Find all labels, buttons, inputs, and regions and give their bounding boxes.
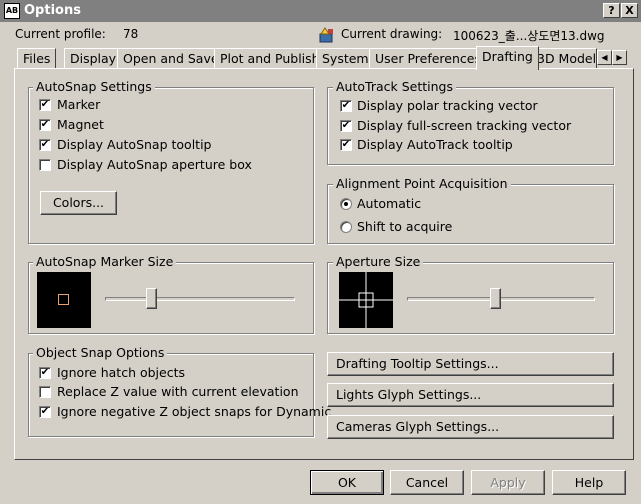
automatic-radio[interactable] <box>340 198 352 210</box>
drawing-icon <box>318 27 335 43</box>
autotrack-tooltip-label: Display AutoTrack tooltip <box>357 137 513 152</box>
fullscreen-tracking-label: Display full-screen tracking vector <box>357 118 572 133</box>
object-snap-title: Object Snap Options <box>33 345 168 360</box>
shift-to-acquire-radio[interactable] <box>340 221 352 233</box>
title-bar: AB Options ? X <box>0 0 641 22</box>
automatic-label: Automatic <box>357 196 422 211</box>
close-button[interactable]: X <box>621 3 638 18</box>
tab-user-preferences[interactable]: User Preferences <box>369 48 487 69</box>
aperture-preview <box>339 272 393 328</box>
apply-label: Apply <box>490 475 526 490</box>
marker-size-slider-thumb[interactable] <box>146 288 158 309</box>
aperture-box-checkbox[interactable] <box>39 159 51 171</box>
drafting-tooltip-settings-button[interactable]: Drafting Tooltip Settings... <box>327 352 614 376</box>
ignore-hatch-label: Ignore hatch objects <box>57 365 186 380</box>
current-profile-label: Current profile: <box>15 27 106 41</box>
tab-open-and-save[interactable]: Open and Save <box>117 48 225 69</box>
tab-system[interactable]: System <box>316 48 375 69</box>
colors-button[interactable]: Colors... <box>40 191 117 215</box>
ignore-negative-z-label: Ignore negative Z object snaps for Dynam… <box>57 404 332 419</box>
autosnap-tooltip-label: Display AutoSnap tooltip <box>57 137 212 152</box>
marker-checkbox[interactable]: ✔ <box>39 99 51 111</box>
fullscreen-tracking-checkbox[interactable]: ✔ <box>340 120 352 132</box>
marker-size-track[interactable] <box>105 297 295 301</box>
tab-scroll-right-icon[interactable]: ▶ <box>612 50 627 65</box>
magnet-label: Magnet <box>57 117 104 132</box>
cameras-glyph-settings-button[interactable]: Cameras Glyph Settings... <box>327 415 614 439</box>
tab-drafting[interactable]: Drafting <box>476 46 539 70</box>
tab-scroll-left-icon[interactable]: ◀ <box>597 50 612 65</box>
current-drawing-value: 100623_출...상도면13.dwg <box>453 29 605 43</box>
alignment-group <box>327 184 614 244</box>
magnet-checkbox[interactable]: ✔ <box>39 119 51 131</box>
current-profile-value: 78 <box>123 27 139 41</box>
tab-files[interactable]: Files <box>17 48 57 69</box>
ignore-hatch-checkbox[interactable]: ✔ <box>39 367 51 379</box>
autosnap-settings-title: AutoSnap Settings <box>33 79 155 94</box>
ok-button[interactable]: OK <box>310 470 384 495</box>
marker-square-icon <box>58 294 69 305</box>
tab-plot-and-publish[interactable]: Plot and Publish <box>214 48 326 69</box>
autotrack-tooltip-checkbox[interactable]: ✔ <box>340 139 352 151</box>
ignore-negative-z-checkbox[interactable]: ✔ <box>39 406 51 418</box>
autotrack-settings-title: AutoTrack Settings <box>333 79 456 94</box>
replace-z-label: Replace Z value with current elevation <box>57 384 299 399</box>
cancel-button[interactable]: Cancel <box>390 470 464 495</box>
lights-glyph-settings-button[interactable]: Lights Glyph Settings... <box>327 383 614 407</box>
tab-display[interactable]: Display <box>64 48 123 69</box>
polar-tracking-label: Display polar tracking vector <box>357 98 538 113</box>
autosnap-tooltip-checkbox[interactable]: ✔ <box>39 139 51 151</box>
tab-3d-modeling[interactable]: 3D Modelin <box>531 48 597 69</box>
marker-size-title: AutoSnap Marker Size <box>33 254 177 269</box>
current-drawing-label: Current drawing: <box>341 27 443 41</box>
aperture-crosshair-icon <box>339 272 393 328</box>
apply-button[interactable]: Apply <box>471 470 545 495</box>
help-title-button[interactable]: ? <box>603 3 620 18</box>
polar-tracking-checkbox[interactable]: ✔ <box>340 100 352 112</box>
replace-z-checkbox[interactable] <box>39 386 51 398</box>
help-button[interactable]: Help <box>552 470 626 495</box>
aperture-size-title: Aperture Size <box>333 254 424 269</box>
alignment-title: Alignment Point Acquisition <box>333 176 511 191</box>
aperture-box-label: Display AutoSnap aperture box <box>57 157 252 172</box>
marker-label: Marker <box>57 97 101 112</box>
aperture-size-slider-thumb[interactable] <box>490 288 502 309</box>
window-title: Options <box>24 3 81 18</box>
app-icon: AB <box>4 3 20 19</box>
marker-preview <box>37 272 91 328</box>
shift-to-acquire-label: Shift to acquire <box>357 219 453 234</box>
